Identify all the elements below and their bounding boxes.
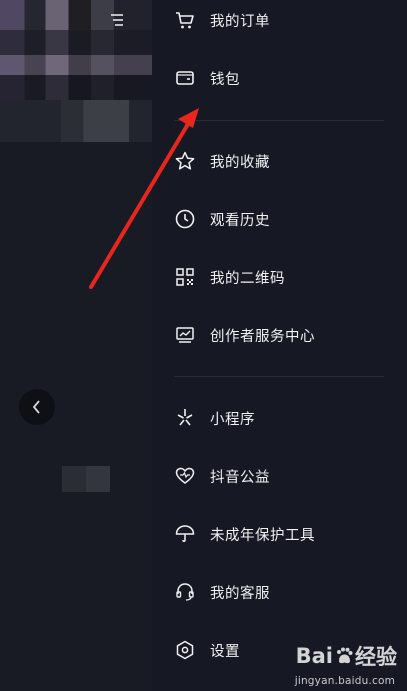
menu-item-label: 我的客服 [210,585,270,602]
menu-item-label: 我的订单 [210,13,270,30]
blurred-profile-cover [0,0,152,100]
menu-item-mini-programs[interactable]: 小程序 [152,398,392,438]
menu-item-label: 我的二维码 [210,270,285,287]
settings-hexagon-icon [174,639,196,661]
blurred-text-block [62,466,110,492]
menu-item-label: 抖音公益 [210,469,270,486]
section-divider [174,376,384,377]
paw-icon [334,646,354,666]
baidu-logo: Bai 经验 [296,641,397,671]
side-drawer-menu: 我的订单 钱包 我的收藏 观看历史 我的二维码 创作者服务中心 小程序 抖音公益… [152,0,407,691]
screen: 我的订单 钱包 我的收藏 观看历史 我的二维码 创作者服务中心 小程序 抖音公益… [0,0,407,691]
menu-item-label: 未成年保护工具 [210,527,315,544]
wallet-icon [174,67,196,89]
qr-code-icon [174,266,196,288]
menu-item-watch-history[interactable]: 观看历史 [152,199,392,239]
blurred-profile-info [0,100,152,142]
umbrella-icon [174,523,196,545]
clock-icon [174,208,196,230]
logo-text-left: Bai [295,644,333,668]
menu-item-creator-center[interactable]: 创作者服务中心 [152,315,392,355]
logo-text-right: 经验 [355,645,397,669]
profile-page-background[interactable] [0,0,152,691]
menu-item-orders[interactable]: 我的订单 [152,0,392,40]
menu-item-minor-protection[interactable]: 未成年保护工具 [152,514,392,554]
menu-item-label: 小程序 [210,411,255,428]
back-button[interactable] [19,389,55,425]
shopping-cart-icon [174,9,196,31]
creator-chart-icon [174,324,196,346]
menu-item-favorites[interactable]: 我的收藏 [152,141,392,181]
menu-item-douyin-charity[interactable]: 抖音公益 [152,456,392,496]
menu-item-customer-service[interactable]: 我的客服 [152,572,392,612]
chevron-left-icon [31,399,43,415]
menu-item-label: 我的收藏 [210,154,270,171]
star-icon [174,150,196,172]
menu-item-label: 观看历史 [210,212,270,229]
watermark-url: jingyan.baidu.com [294,675,395,687]
menu-item-wallet[interactable]: 钱包 [152,58,392,98]
menu-item-label: 设置 [210,643,240,660]
menu-item-qr-code[interactable]: 我的二维码 [152,257,392,297]
section-divider [174,120,384,121]
heart-charity-icon [174,465,196,487]
watermark: Bai 经验 jingyan.baidu.com [283,639,401,687]
menu-lines-icon[interactable] [108,12,126,28]
menu-item-label: 创作者服务中心 [210,328,315,345]
headset-icon [174,581,196,603]
mini-program-icon [174,407,196,429]
menu-item-label: 钱包 [210,71,240,88]
